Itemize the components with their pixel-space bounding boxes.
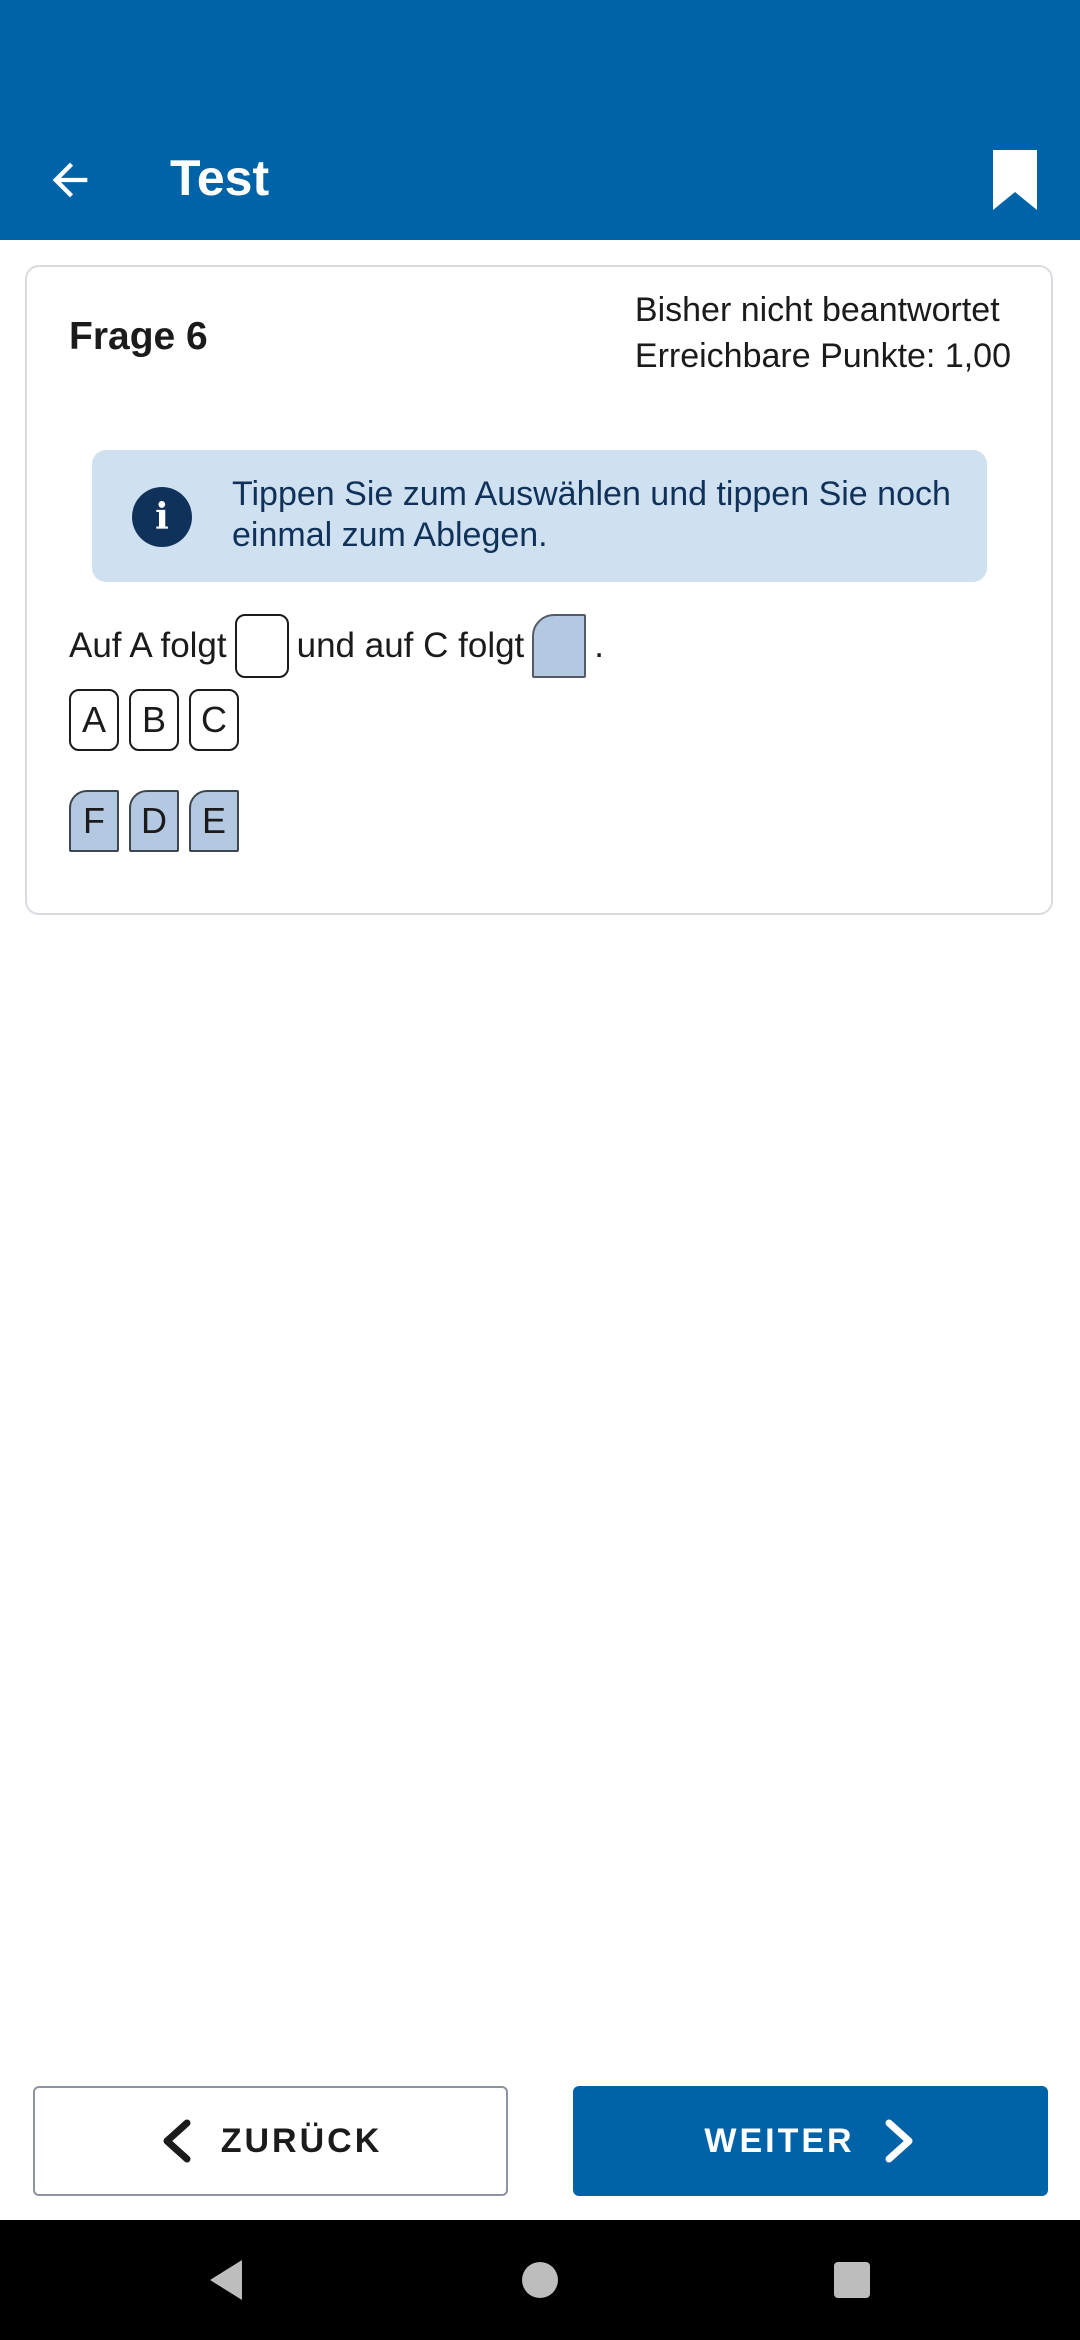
chevron-right-icon (885, 2119, 913, 2163)
previous-button-label: ZURÜCK (220, 2121, 383, 2160)
nav-home-button[interactable] (500, 2240, 580, 2320)
app-header: Test (0, 0, 1080, 240)
next-button-label: WEITER (704, 2121, 855, 2160)
question-card: Frage 6 Bisher nicht beantwortet Erreich… (25, 265, 1053, 915)
info-icon: i (132, 487, 192, 547)
sentence-part-2: und auf C folgt (296, 626, 525, 665)
nav-recents-button[interactable] (812, 2240, 892, 2320)
drop-zone-1[interactable] (234, 614, 289, 678)
bookmark-icon (993, 150, 1037, 210)
nav-recents-icon (834, 2262, 870, 2298)
chevron-left-icon (163, 2119, 191, 2163)
drag-item-b[interactable]: B (129, 689, 179, 751)
drop-zone-2[interactable] (532, 614, 587, 678)
info-box: i Tippen Sie zum Auswählen und tippen Si… (92, 450, 987, 582)
sentence-part-1: Auf A folgt (69, 626, 227, 665)
back-button[interactable] (30, 140, 110, 220)
nav-back-icon (210, 2260, 242, 2300)
reachable-points: Erreichbare Punkte: 1,00 (634, 337, 1011, 375)
drag-group-1: A B C (69, 689, 239, 751)
nav-home-icon (522, 2262, 558, 2298)
question-title: Frage 6 (69, 315, 208, 358)
previous-button[interactable]: ZURÜCK (33, 2086, 508, 2196)
nav-back-button[interactable] (186, 2240, 266, 2320)
app-screen: Test Frage 6 Bisher nicht beantwortet Er… (0, 0, 1080, 2340)
drag-item-e[interactable]: E (189, 790, 239, 852)
info-text: Tippen Sie zum Auswählen und tippen Sie … (232, 475, 951, 554)
arrow-left-icon (52, 162, 88, 198)
drag-sentence: Auf A folgt und auf C folgt . (69, 612, 604, 680)
drag-item-f[interactable]: F (69, 790, 119, 852)
answer-status: Bisher nicht beantwortet (634, 291, 1000, 329)
drag-item-d[interactable]: D (129, 790, 179, 852)
page-title: Test (170, 150, 270, 206)
drag-item-c[interactable]: C (189, 689, 239, 751)
next-button[interactable]: WEITER (573, 2086, 1048, 2196)
question-status: Bisher nicht beantwortet Erreichbare Pun… (635, 287, 1011, 379)
drag-group-2: F D E (69, 790, 239, 852)
system-navigation-bar (0, 2220, 1080, 2340)
bookmark-button[interactable] (975, 140, 1055, 220)
sentence-part-3: . (594, 626, 605, 665)
drag-item-a[interactable]: A (69, 689, 119, 751)
